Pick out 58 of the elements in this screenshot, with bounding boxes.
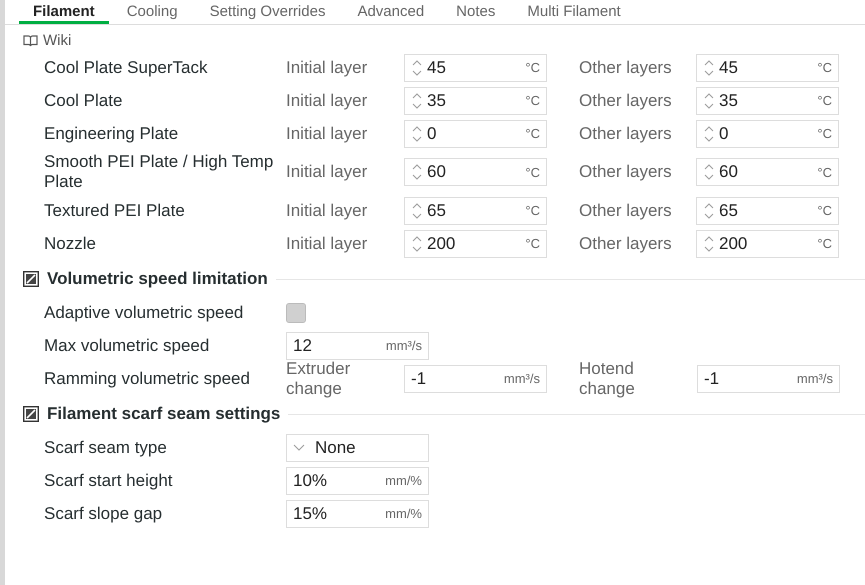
wiki-link[interactable]: Wiki: [43, 32, 72, 48]
spin-field[interactable]: 45 °C: [696, 54, 839, 82]
setting-label: Engineering Plate: [44, 124, 180, 144]
setting-label: Scarf seam type: [44, 438, 168, 458]
tab[interactable]: Setting Overrides: [196, 0, 340, 24]
input-field[interactable]: 12 mm³/s: [286, 332, 429, 360]
input-field[interactable]: 10% mm/%: [286, 466, 429, 494]
field-label: Initial layer: [286, 200, 368, 220]
spin-field[interactable]: 200 °C: [404, 230, 547, 258]
setting-label: Cool Plate: [44, 90, 124, 110]
field-label: Extruder change: [286, 358, 352, 398]
setting-label: Smooth PEI Plate / High Temp Plate: [44, 152, 274, 192]
spin-field[interactable]: 0 °C: [696, 120, 839, 148]
tab[interactable]: Multi Filament: [513, 0, 635, 24]
field-label: Other layers: [579, 58, 673, 78]
field-label: Other layers: [579, 124, 673, 144]
spin-field[interactable]: 65 °C: [696, 196, 839, 224]
field-label: Initial layer: [286, 124, 368, 144]
spin-field[interactable]: 45 °C: [404, 54, 547, 82]
field-label: Other layers: [579, 162, 673, 182]
spin-field[interactable]: 60 °C: [404, 158, 547, 186]
field-label: Initial layer: [286, 234, 368, 254]
caret-icon: [293, 444, 305, 451]
spin-field[interactable]: 35 °C: [404, 86, 547, 114]
spin-field[interactable]: 35 °C: [696, 86, 839, 114]
field-label: Initial layer: [286, 162, 368, 182]
input-field[interactable]: 15% mm/%: [286, 500, 429, 528]
spin-field[interactable]: 65 °C: [404, 196, 547, 224]
setting-label: Cool Plate SuperTack: [44, 58, 208, 78]
section-icon: [23, 406, 39, 422]
input-field[interactable]: -1 mm³/s: [697, 364, 840, 392]
section-title: Volumetric speed limitation: [47, 269, 268, 289]
spin-field[interactable]: 60 °C: [696, 158, 839, 186]
setting-label: Adaptive volumetric speed: [44, 302, 244, 322]
dropdown[interactable]: None: [286, 434, 429, 462]
setting-label: Scarf slope gap: [44, 504, 164, 524]
tab[interactable]: Cooling: [112, 0, 192, 24]
tab[interactable]: Filament: [19, 0, 109, 24]
section-icon: [23, 271, 39, 287]
field-label: Initial layer: [286, 58, 368, 78]
spin-field[interactable]: 0 °C: [404, 120, 547, 148]
tab[interactable]: Advanced: [343, 0, 438, 24]
field-label: Other layers: [579, 234, 673, 254]
input-field[interactable]: -1 mm³/s: [404, 364, 547, 392]
field-label: Other layers: [579, 90, 673, 110]
setting-label: Ramming volumetric speed: [44, 368, 251, 388]
field-label: Initial layer: [286, 90, 368, 110]
checkbox[interactable]: [286, 302, 306, 322]
tab[interactable]: Notes: [442, 0, 510, 24]
spin-field[interactable]: 200 °C: [696, 230, 839, 258]
setting-label: Textured PEI Plate: [44, 200, 186, 220]
setting-label: Max volumetric speed: [44, 336, 210, 356]
setting-label: Scarf start height: [44, 470, 174, 490]
setting-label: Nozzle: [44, 234, 97, 254]
field-label: Other layers: [579, 200, 673, 220]
book-icon: [23, 34, 38, 46]
section-title: Filament scarf seam settings: [47, 404, 280, 424]
field-label: Hotend change: [579, 358, 636, 398]
